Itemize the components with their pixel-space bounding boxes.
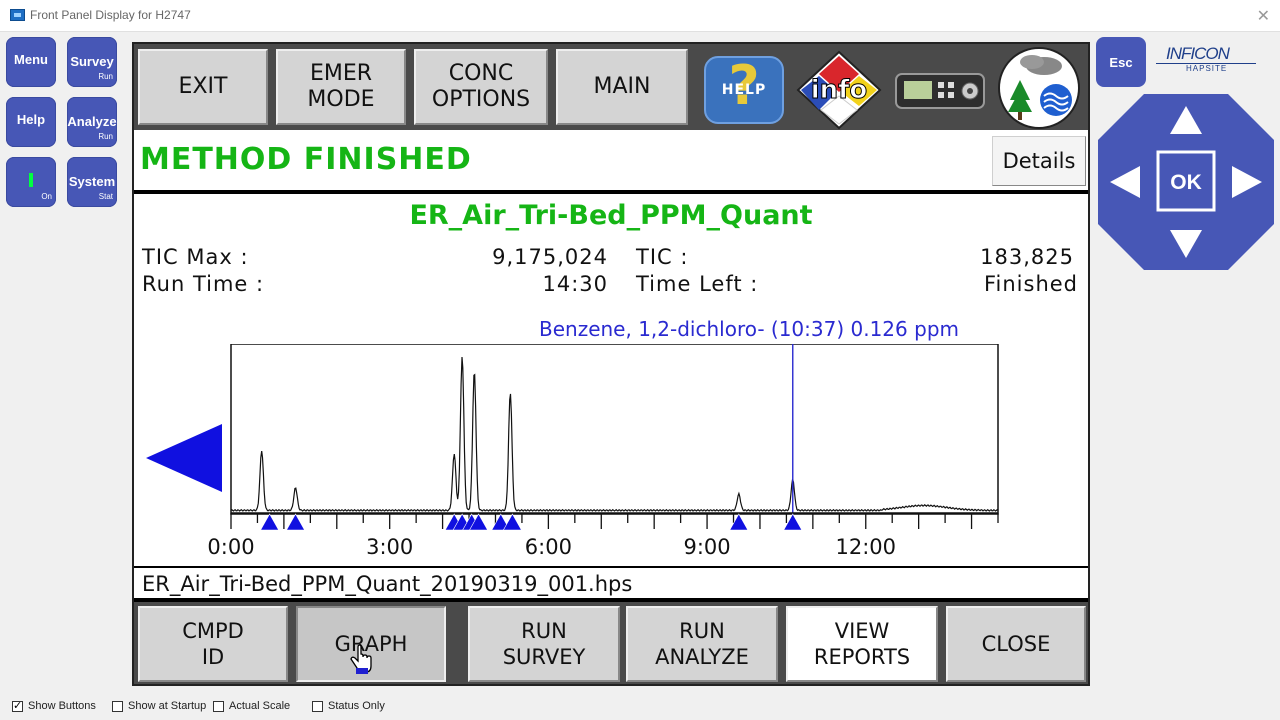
power-on-button[interactable]: On	[6, 157, 56, 207]
x-tick-label: 6:00	[525, 535, 572, 559]
show-at-startup-label: Show at Startup	[128, 700, 207, 712]
power-led-icon	[29, 173, 33, 187]
run-time-label: Run Time :	[142, 272, 265, 296]
time-left-value: Finished	[983, 272, 1078, 296]
method-name: ER_Air_Tri-Bed_PPM_Quant	[409, 200, 813, 231]
product-name: HAPSITE	[1186, 64, 1228, 73]
actual-scale-label: Actual Scale	[229, 700, 291, 712]
analyze-button-sublabel: Run	[98, 132, 113, 141]
emer-mode-button[interactable]: EMER MODE	[276, 49, 406, 125]
info-icon-label: info	[811, 75, 868, 105]
peak-marker	[502, 513, 522, 531]
plot-frame	[230, 344, 999, 515]
survey-button-sublabel: Run	[98, 72, 113, 81]
tic-label: TIC :	[636, 245, 689, 269]
selected-peak-label: Benzene, 1,2-dichloro- (10:37) 0.126 ppm	[539, 317, 959, 341]
actual-scale-checkbox[interactable]	[213, 700, 224, 712]
main-button[interactable]: MAIN	[556, 49, 688, 125]
tic-max-label: TIC Max :	[142, 245, 249, 269]
x-tick-label: 3:00	[366, 535, 413, 559]
analyze-button-label: Analyze	[67, 114, 117, 129]
exit-button[interactable]: EXIT	[138, 49, 268, 125]
system-button-label: System	[68, 174, 116, 189]
window-close-icon[interactable]: ✕	[1257, 6, 1270, 25]
show-at-startup-checkbox[interactable]	[112, 700, 123, 712]
bottom-toolbar: CMPD ID GRAPH RUN SURVEY RUN ANALYZE VIE…	[134, 602, 1088, 684]
option-show-buttons[interactable]: Show Buttons	[12, 699, 96, 712]
system-stat-button[interactable]: System Stat	[67, 157, 117, 207]
option-actual-scale[interactable]: Actual Scale	[213, 700, 290, 712]
inficon-logo: INFICON HAPSITE	[1152, 44, 1258, 78]
help-icon-label: HELP	[721, 82, 767, 98]
survey-run-button[interactable]: Survey Run	[67, 37, 117, 87]
run-summary: ER_Air_Tri-Bed_PPM_Quant TIC Max : 9,175…	[134, 194, 1088, 566]
front-panel-display: EXIT EMER MODE CONC OPTIONS MAIN ? HELP …	[132, 42, 1090, 686]
x-tick-label: 9:00	[683, 535, 730, 559]
time-left-label: Time Left :	[636, 272, 759, 296]
tic-max-value: 9,175,024	[492, 245, 608, 269]
status-only-checkbox[interactable]	[312, 700, 323, 712]
x-tick-label: 12:00	[835, 535, 896, 559]
help-side-button-label: Help	[16, 112, 46, 127]
esc-button[interactable]: Esc	[1096, 37, 1146, 87]
run-survey-button[interactable]: RUN SURVEY	[468, 606, 620, 682]
cursor-click-indicator	[356, 668, 368, 674]
analyze-run-button[interactable]: Analyze Run	[67, 97, 117, 147]
window-titlebar: Front Panel Display for H2747 ✕	[0, 0, 1280, 32]
cmpd-id-button[interactable]: CMPD ID	[138, 606, 288, 682]
peak-marker	[286, 513, 306, 531]
top-toolbar: EXIT EMER MODE CONC OPTIONS MAIN ? HELP …	[134, 44, 1088, 130]
status-bar: METHOD FINISHED Details	[134, 130, 1088, 192]
info-diamond-icon[interactable]: info	[796, 50, 882, 130]
peak-marker	[729, 513, 749, 531]
navigation-dpad: OK	[1098, 94, 1274, 270]
conc-options-button[interactable]: CONC OPTIONS	[414, 49, 548, 125]
help-side-button[interactable]: Help	[6, 97, 56, 147]
window-title: Front Panel Display for H2747	[30, 8, 191, 22]
x-tick-label: 0:00	[207, 535, 254, 559]
device-icon[interactable]	[894, 72, 986, 110]
menu-button[interactable]: Menu	[6, 37, 56, 87]
filename-bar: ER_Air_Tri-Bed_PPM_Quant_20190319_001.hp…	[134, 566, 1088, 600]
survey-button-label: Survey	[70, 54, 114, 69]
close-button[interactable]: CLOSE	[946, 606, 1086, 682]
details-button[interactable]: Details	[992, 136, 1086, 186]
power-button-sublabel: On	[41, 192, 52, 201]
show-buttons-label: Show Buttons	[28, 700, 96, 712]
app-icon	[10, 9, 25, 21]
system-button-sublabel: Stat	[98, 192, 113, 201]
peak-marker	[260, 513, 280, 531]
tic-value: 183,825	[980, 245, 1074, 269]
run-analyze-button[interactable]: RUN ANALYZE	[626, 606, 778, 682]
help-icon[interactable]: ? HELP	[704, 54, 784, 124]
environment-icon[interactable]	[992, 46, 1086, 130]
view-reports-button[interactable]: VIEW REPORTS	[786, 606, 938, 682]
status-only-label: Status Only	[328, 700, 385, 712]
option-status-only[interactable]: Status Only	[312, 700, 385, 712]
menu-button-label: Menu	[14, 52, 48, 67]
brand-name: INFICON	[1166, 44, 1230, 63]
chromatogram-chart[interactable]: 0:00 3:00 6:00 9:00 12:00	[134, 344, 1088, 566]
file-name: ER_Air_Tri-Bed_PPM_Quant_20190319_001.hp…	[142, 572, 633, 596]
option-show-at-startup[interactable]: Show at Startup	[112, 700, 206, 712]
run-time-value: 14:30	[542, 272, 608, 296]
method-status: METHOD FINISHED	[140, 142, 472, 177]
ok-button-label: OK	[1170, 171, 1202, 194]
show-buttons-checkbox[interactable]	[12, 699, 23, 712]
